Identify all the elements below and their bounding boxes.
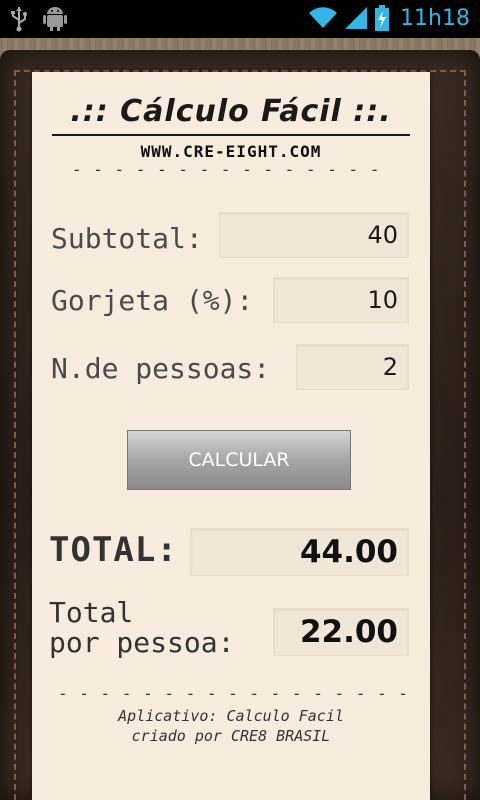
total-value: 44.00 [190, 528, 409, 576]
footer-line-2: criado por CRE8 BRASIL [131, 727, 331, 745]
gorjeta-label: Gorjeta (%): [51, 284, 254, 317]
gorjeta-input[interactable]: 10 [273, 277, 409, 323]
calcular-button[interactable]: CALCULAR [127, 430, 351, 490]
subtotal-label: Subtotal: [51, 222, 203, 255]
per-person-value: 22.00 [273, 608, 409, 656]
divider-top: - - - - - - - - - - - - - - - - [72, 160, 392, 179]
receipt: .:: Cálculo Fácil ::. WWW.CRE-EIGHT.COM … [32, 72, 430, 800]
android-icon [42, 6, 68, 32]
title-underline [52, 134, 410, 136]
status-time: 11h18 [400, 5, 470, 31]
pessoas-input[interactable]: 2 [296, 344, 409, 390]
divider-bottom: - - - - - - - - - - - - - - - - - - - - … [58, 684, 406, 703]
footer-line-1: Aplicativo: Calculo Facil [118, 707, 344, 725]
footer-credits: Aplicativo: Calculo Facil criado por CRE… [32, 706, 430, 746]
usb-icon [10, 6, 28, 32]
total-label: TOTAL: [49, 530, 178, 570]
pessoas-label: N.de pessoas: [51, 352, 271, 385]
battery-icon [374, 5, 390, 31]
per-person-label-line1: Total [49, 596, 134, 629]
signal-icon [344, 6, 368, 30]
website-link[interactable]: WWW.CRE-EIGHT.COM [32, 142, 430, 161]
app-title: .:: Cálculo Fácil ::. [70, 94, 392, 129]
status-bar: 11h18 [0, 0, 480, 38]
wifi-icon [308, 6, 338, 30]
subtotal-input[interactable]: 40 [219, 212, 409, 258]
per-person-label-line2: por pessoa: [49, 626, 235, 659]
